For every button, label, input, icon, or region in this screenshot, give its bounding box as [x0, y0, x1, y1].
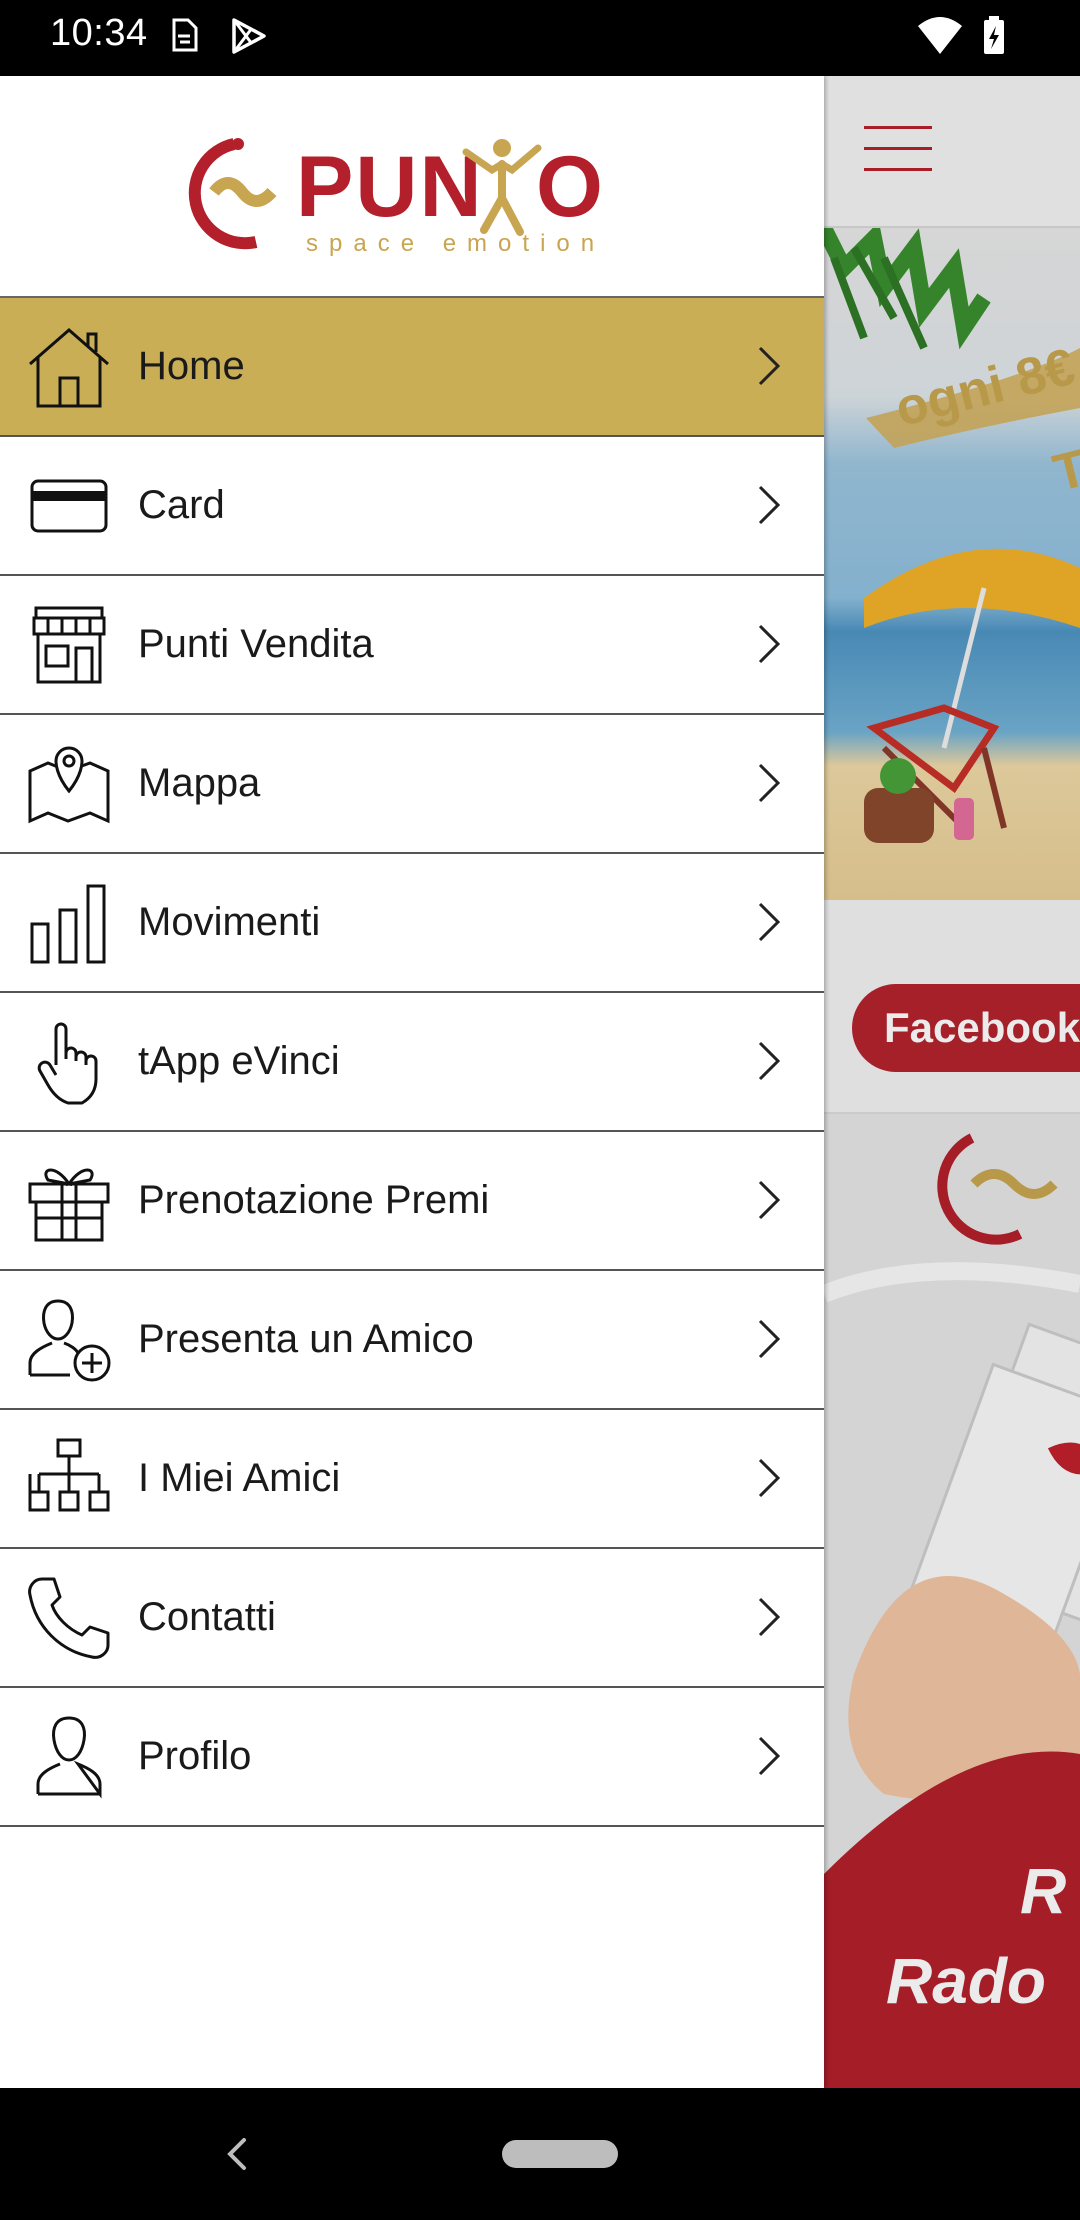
drawer-header: PUN O space emotion — [0, 76, 824, 298]
logo-figure-icon — [462, 139, 542, 236]
chevron-right-icon — [758, 485, 781, 525]
menu-item-prenotazione-premi[interactable]: Prenotazione Premi — [0, 1132, 824, 1271]
sim-card-icon — [172, 18, 198, 52]
drawer-menu: Home Card Punti Vendita Mappa Movimenti … — [0, 298, 824, 1827]
status-bar: 10:34 — [0, 0, 1080, 76]
banner-text-r: R — [1020, 1855, 1067, 1927]
promo-banner-beach[interactable]: ogni 8€ Ta — [824, 228, 1080, 900]
menu-item-label: Card — [138, 483, 225, 527]
map-pin-icon — [28, 746, 110, 824]
store-icon — [32, 606, 106, 684]
home-pill-button[interactable] — [502, 2140, 618, 2168]
punto-logo: PUN O space emotion — [176, 134, 636, 257]
chevron-right-icon — [758, 902, 781, 942]
menu-item-profilo[interactable]: Profilo — [0, 1688, 824, 1827]
hamburger-menu-icon[interactable] — [864, 126, 932, 172]
chevron-right-icon — [758, 1458, 781, 1498]
menu-item-card[interactable]: Card — [0, 437, 824, 576]
menu-item-label: Movimenti — [138, 900, 321, 944]
chevron-right-icon — [758, 763, 781, 803]
menu-item-home[interactable]: Home — [0, 298, 824, 437]
chevron-right-icon — [758, 346, 781, 386]
tap-hand-icon — [37, 1022, 98, 1105]
chevron-right-icon — [758, 1180, 781, 1220]
menu-item-label: Profilo — [138, 1734, 252, 1778]
menu-item-label: Home — [138, 344, 245, 388]
battery-charging-icon — [984, 16, 1004, 54]
menu-item-label: I Miei Amici — [138, 1456, 341, 1500]
org-chart-icon — [26, 1438, 110, 1512]
credit-card-icon — [30, 479, 108, 533]
menu-item-presenta-un-amico[interactable]: Presenta un Amico — [0, 1271, 824, 1410]
promo-banner-card[interactable]: R Rado — [824, 1112, 1080, 2088]
chevron-right-icon — [758, 1041, 781, 1081]
system-nav-bar — [0, 2088, 1080, 2220]
navigation-drawer: PUN O space emotion Home Card Punti Vend… — [0, 76, 824, 2088]
logo-text-left: PUN — [296, 139, 484, 235]
logo-text-right: O — [536, 139, 605, 235]
wifi-icon — [918, 17, 962, 54]
menu-item-label: Mappa — [138, 761, 261, 805]
chevron-right-icon — [758, 624, 781, 664]
back-icon[interactable] — [222, 2132, 252, 2176]
menu-item-tapp-evinci[interactable]: tApp eVinci — [0, 993, 824, 1132]
home-icon — [29, 328, 109, 408]
menu-item-i-miei-amici[interactable]: I Miei Amici — [0, 1410, 824, 1549]
logo-mark-icon — [188, 138, 277, 250]
app-header — [824, 76, 1080, 228]
menu-item-movimenti[interactable]: Movimenti — [0, 854, 824, 993]
menu-item-label: Presenta un Amico — [138, 1317, 474, 1361]
chevron-right-icon — [758, 1319, 781, 1359]
play-store-icon — [232, 18, 266, 54]
logo-tagline: space emotion — [306, 230, 606, 257]
card-promo-image — [824, 1114, 1080, 2088]
phone-icon — [28, 1577, 110, 1659]
menu-item-label: Prenotazione Premi — [138, 1178, 490, 1222]
menu-item-punti-vendita[interactable]: Punti Vendita — [0, 576, 824, 715]
status-time: 10:34 — [50, 12, 148, 54]
chevron-right-icon — [758, 1736, 781, 1776]
menu-item-label: Contatti — [138, 1595, 276, 1639]
chevron-right-icon — [758, 1597, 781, 1637]
gift-icon — [28, 1168, 110, 1242]
add-user-icon — [28, 1299, 111, 1382]
beach-image — [824, 228, 1080, 900]
menu-item-label: Punti Vendita — [138, 622, 374, 666]
facebook-button[interactable]: Facebook — [852, 984, 1080, 1072]
user-icon — [36, 1716, 102, 1799]
banner-text-rado: Rado — [886, 1945, 1046, 2017]
menu-item-label: tApp eVinci — [138, 1039, 340, 1083]
menu-item-contatti[interactable]: Contatti — [0, 1549, 824, 1688]
bar-chart-icon — [30, 884, 106, 964]
menu-item-mappa[interactable]: Mappa — [0, 715, 824, 854]
